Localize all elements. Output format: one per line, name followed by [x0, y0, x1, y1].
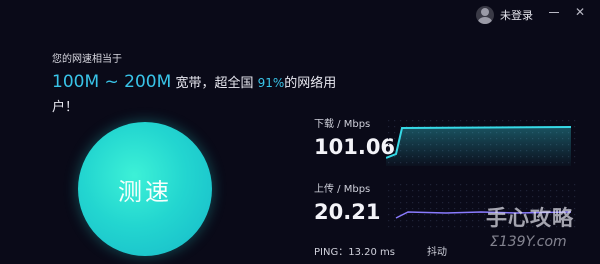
download-label: 下载 / Mbps — [314, 119, 371, 130]
ping-readout: PING：13.20 ms — [314, 247, 395, 258]
close-icon[interactable]: ✕ — [572, 4, 588, 20]
title-bar: 未登录 ✕ — [0, 0, 600, 30]
result-text-1: 宽带，超全国 — [175, 76, 254, 91]
download-value: 101.06 — [314, 135, 396, 159]
bandwidth-range: 100M ~ 200M — [52, 72, 172, 92]
result-intro: 您的网速相当于 — [52, 54, 122, 65]
speed-test-button[interactable]: 测速 — [78, 122, 212, 256]
minimize-icon[interactable] — [546, 4, 562, 20]
result-summary: 100M ~ 200M 宽带，超全国 91%的网络用户！ — [52, 70, 352, 120]
login-label[interactable]: 未登录 — [500, 7, 533, 23]
upload-value: 20.21 — [314, 200, 381, 224]
speed-test-label[interactable]: 测速 — [118, 172, 172, 207]
avatar-icon[interactable] — [476, 6, 494, 24]
watermark-sub: Σ139Y.com — [490, 234, 567, 250]
upload-label: 上传 / Mbps — [314, 184, 371, 195]
percent-value: 91% — [257, 76, 285, 90]
watermark-text: 手心攻略 — [486, 206, 574, 230]
login-status[interactable]: 未登录 — [476, 6, 533, 24]
jitter-label: 抖动 — [427, 247, 447, 258]
watermark: 手心攻略 Σ139Y.com — [486, 200, 598, 262]
download-graph — [386, 118, 576, 166]
